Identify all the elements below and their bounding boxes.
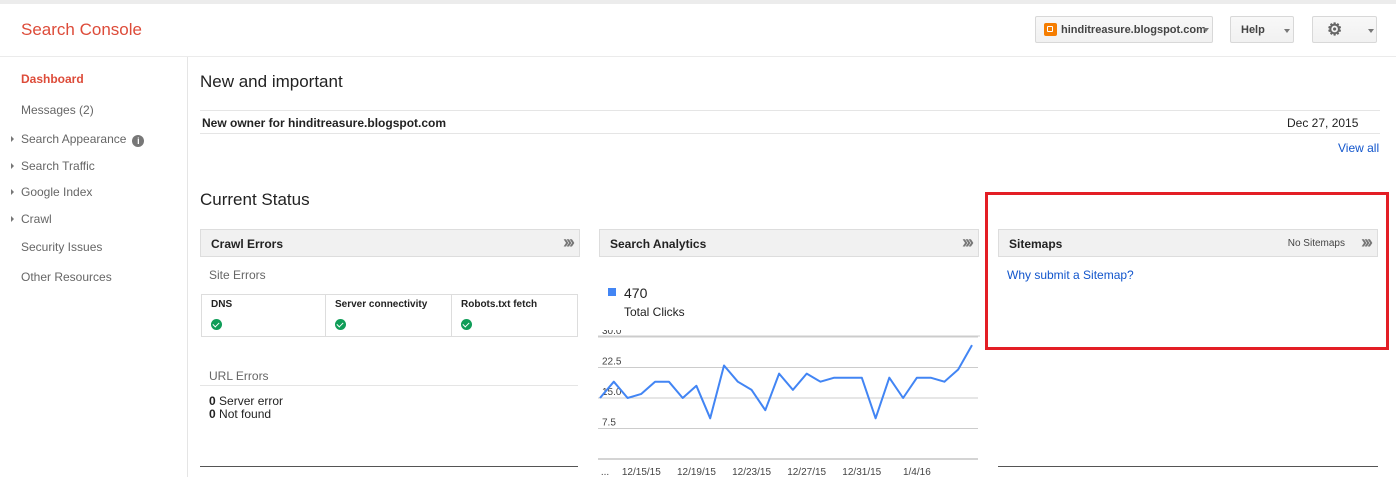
sidebar-item-crawl[interactable]: Crawl (11, 212, 52, 226)
site-error-server-connectivity[interactable]: Server connectivity (326, 295, 452, 336)
chevron-down-icon (1203, 28, 1209, 32)
check-icon (211, 319, 222, 330)
double-chevron-icon[interactable]: ››› (563, 232, 575, 253)
url-error-server[interactable]: 0 Server error (209, 394, 283, 408)
help-button[interactable]: Help (1230, 16, 1294, 43)
current-status-title: Current Status (200, 190, 310, 209)
total-clicks-value: 470 (624, 285, 648, 301)
url-error-label: Not found (219, 407, 272, 421)
x-tick-label: 12/27/15 (787, 467, 826, 477)
total-clicks-label: Total Clicks (624, 305, 685, 319)
site-selector[interactable]: hinditreasure.blogspot.com (1035, 16, 1213, 43)
x-tick-label: 12/23/15 (732, 467, 771, 477)
site-error-label: Robots.txt fetch (461, 299, 538, 310)
new-important-title: New and important (200, 72, 343, 91)
help-label: Help (1241, 24, 1265, 36)
divider (998, 466, 1378, 467)
x-tick-label: ... (601, 467, 609, 477)
site-label: hinditreasure.blogspot.com (1061, 24, 1206, 36)
sidebar-item-other-resources[interactable]: Other Resources (21, 270, 112, 284)
crawl-errors-header[interactable]: Crawl Errors ››› (200, 229, 580, 257)
url-error-count: 0 (209, 394, 216, 408)
expand-arrow-icon (11, 189, 14, 195)
expand-arrow-icon (11, 216, 14, 222)
y-tick-label: 7.5 (602, 418, 616, 429)
url-errors-label: URL Errors (209, 369, 269, 383)
sidebar-item-label: Search Appearance (21, 132, 127, 146)
check-icon (461, 319, 472, 330)
url-error-label: Server error (219, 394, 284, 408)
sidebar-item-label: Search Traffic (21, 159, 95, 173)
divider (200, 110, 1380, 111)
site-error-label: DNS (211, 299, 233, 310)
search-analytics-chart[interactable]: 30.022.515.07.5... 12/15/15 12/19/15 12/23/… (598, 330, 980, 477)
expand-arrow-icon (11, 136, 14, 142)
sidebar-item-label: Google Index (21, 185, 93, 199)
y-tick-label: 22.5 (602, 357, 622, 368)
site-errors-table: DNS Server connectivity Robots.txt fetch (201, 294, 578, 337)
site-error-robots-fetch[interactable]: Robots.txt fetch (452, 295, 577, 336)
series-line-total-clicks (599, 344, 973, 420)
chevron-down-icon (1284, 29, 1290, 33)
site-errors-label: Site Errors (209, 268, 266, 282)
divider (200, 133, 1380, 134)
search-analytics-header[interactable]: Search Analytics ››› (599, 229, 979, 257)
message-text[interactable]: New owner for hinditreasure.blogspot.com (202, 116, 446, 130)
site-error-dns[interactable]: DNS (202, 295, 326, 336)
double-chevron-icon[interactable]: ››› (962, 232, 974, 253)
y-tick-label: 30.0 (602, 330, 622, 337)
sidebar-item-search-appearance[interactable]: Search Appearance i (11, 132, 145, 147)
x-tick-label: 12/15/15 (622, 467, 661, 477)
expand-arrow-icon (11, 163, 14, 169)
legend-swatch (608, 288, 616, 296)
blogger-icon (1044, 23, 1057, 36)
view-all-link[interactable]: View all (1338, 141, 1379, 155)
sidebar: Dashboard Messages (2) Search Appearance… (0, 57, 188, 477)
x-tick-label: 12/19/15 (677, 467, 716, 477)
message-date: Dec 27, 2015 (1287, 116, 1359, 130)
divider (200, 385, 578, 386)
info-icon[interactable]: i (132, 135, 145, 147)
x-tick-label: 12/31/15 (842, 467, 881, 477)
highlight-box (985, 192, 1389, 350)
sidebar-item-security-issues[interactable]: Security Issues (21, 240, 102, 254)
card-title: Search Analytics (610, 237, 707, 251)
sidebar-item-google-index[interactable]: Google Index (11, 185, 93, 199)
sidebar-item-search-traffic[interactable]: Search Traffic (11, 159, 95, 173)
app-title[interactable]: Search Console (21, 20, 142, 40)
header: Search Console hinditreasure.blogspot.co… (0, 4, 1396, 57)
sidebar-item-label: Crawl (21, 212, 52, 226)
url-error-not-found[interactable]: 0 Not found (209, 407, 271, 421)
site-error-label: Server connectivity (335, 299, 428, 310)
divider (200, 466, 578, 467)
sidebar-item-dashboard[interactable]: Dashboard (21, 72, 84, 86)
check-icon (335, 319, 346, 330)
settings-button[interactable]: ⚙ (1312, 16, 1377, 43)
gear-icon: ⚙ (1327, 20, 1343, 39)
x-tick-label: 1/4/16 (903, 467, 931, 477)
sidebar-item-messages[interactable]: Messages (2) (21, 103, 94, 117)
url-error-count: 0 (209, 407, 216, 421)
chevron-down-icon (1368, 29, 1374, 33)
card-title: Crawl Errors (211, 237, 284, 251)
